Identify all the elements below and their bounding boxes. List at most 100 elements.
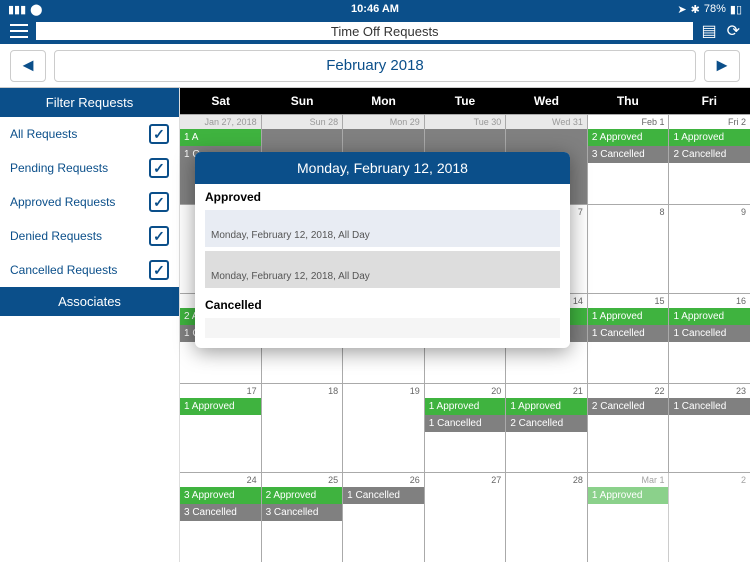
event-approved[interactable]: 1 Approved: [669, 129, 750, 146]
calendar-day[interactable]: 28: [506, 473, 588, 562]
event-approved[interactable]: 1 Approved: [669, 308, 750, 325]
day-number: 15: [588, 294, 669, 308]
event-approved[interactable]: 1 Approved: [425, 398, 506, 415]
wifi-icon: ⬤: [30, 3, 42, 16]
event-cancelled[interactable]: 2 Cancelled: [669, 146, 750, 163]
day-number: 9: [669, 205, 750, 219]
event-cancelled[interactable]: 1 Cancelled: [343, 487, 424, 504]
associates-header: Associates: [0, 287, 179, 316]
calendar-day[interactable]: 161 Approved1 Cancelled: [669, 294, 750, 383]
day-detail-popup: Monday, February 12, 2018 Approved Monda…: [195, 152, 570, 348]
month-label[interactable]: February 2018: [54, 50, 696, 82]
event-approved[interactable]: 2 Approved: [262, 487, 343, 504]
filter-header: Filter Requests: [0, 88, 179, 117]
calendar-day[interactable]: 222 Cancelled: [588, 384, 670, 473]
day-header: Tue: [424, 88, 505, 114]
app-header: Time Off Requests ▤ ⟳: [0, 18, 750, 44]
calendar-day[interactable]: 231 Cancelled: [669, 384, 750, 473]
day-number: 26: [343, 473, 424, 487]
day-number: Tue 30: [425, 115, 506, 129]
popup-request-item[interactable]: Monday, February 12, 2018, All Day: [205, 210, 560, 247]
event-cancelled[interactable]: 1 Cancelled: [669, 325, 750, 342]
event-approved[interactable]: 1 Approved: [180, 398, 261, 415]
event-cancelled[interactable]: 3 Cancelled: [588, 146, 669, 163]
chart-icon[interactable]: ▤: [701, 21, 716, 41]
filter-item[interactable]: Approved Requests✓: [0, 185, 179, 219]
event-cancelled[interactable]: 1 Cancelled: [588, 325, 669, 342]
calendar-day[interactable]: 2: [669, 473, 750, 562]
day-number: 25: [262, 473, 343, 487]
calendar-day[interactable]: 211 Approved2 Cancelled: [506, 384, 588, 473]
event-approved[interactable]: 1 Approved: [506, 398, 587, 415]
status-bar: ▮▮▮ ⬤ 10:46 AM ➤ ✱ 78% ▮▯: [0, 0, 750, 18]
refresh-icon[interactable]: ⟳: [727, 21, 740, 41]
filter-item[interactable]: Pending Requests✓: [0, 151, 179, 185]
calendar-day[interactable]: 18: [262, 384, 344, 473]
checkbox-icon[interactable]: ✓: [149, 124, 169, 144]
day-number: Wed 31: [506, 115, 587, 129]
filter-item[interactable]: Cancelled Requests✓: [0, 253, 179, 287]
checkbox-icon[interactable]: ✓: [149, 192, 169, 212]
calendar-day[interactable]: Mar 11 Approved: [588, 473, 670, 562]
page-title: Time Off Requests: [331, 24, 439, 39]
day-number: 28: [506, 473, 587, 487]
day-header: Fri: [669, 88, 750, 114]
popup-approved-label: Approved: [195, 184, 570, 206]
menu-icon[interactable]: [10, 24, 28, 38]
day-header: Thu: [587, 88, 668, 114]
event-cancelled[interactable]: 2 Cancelled: [506, 415, 587, 432]
calendar-day[interactable]: 19: [343, 384, 425, 473]
calendar-day[interactable]: 171 Approved: [180, 384, 262, 473]
calendar-day[interactable]: 151 Approved1 Cancelled: [588, 294, 670, 383]
day-number: Mar 1: [588, 473, 669, 487]
location-icon: ➤: [677, 3, 686, 16]
checkbox-icon[interactable]: ✓: [149, 158, 169, 178]
popup-request-item[interactable]: Monday, February 12, 2018, All Day: [205, 251, 560, 288]
title-bar: Time Off Requests: [36, 22, 693, 40]
day-number: Jan 27, 2018: [180, 115, 261, 129]
prev-month-button[interactable]: ◄: [10, 50, 46, 82]
bluetooth-icon: ✱: [691, 3, 700, 16]
event-cancelled[interactable]: 3 Cancelled: [262, 504, 343, 521]
day-header: Mon: [343, 88, 424, 114]
event-approved[interactable]: 1 A: [180, 129, 261, 146]
checkbox-icon[interactable]: ✓: [149, 226, 169, 246]
calendar-day[interactable]: 27: [425, 473, 507, 562]
popup-title: Monday, February 12, 2018: [195, 152, 570, 184]
day-number: 17: [180, 384, 261, 398]
popup-cancelled-label: Cancelled: [195, 292, 570, 314]
day-number: 8: [588, 205, 669, 219]
day-number: 24: [180, 473, 261, 487]
calendar-day[interactable]: 8: [588, 205, 670, 294]
event-cancelled[interactable]: 2 Cancelled: [588, 398, 669, 415]
event-approved[interactable]: 2 Approved: [588, 129, 669, 146]
day-header: Wed: [506, 88, 587, 114]
calendar-day[interactable]: Fri 21 Approved2 Cancelled: [669, 115, 750, 204]
filter-item[interactable]: Denied Requests✓: [0, 219, 179, 253]
event-cancelled[interactable]: 3 Cancelled: [180, 504, 261, 521]
day-number: Mon 29: [343, 115, 424, 129]
calendar-day[interactable]: Feb 12 Approved3 Cancelled: [588, 115, 670, 204]
event-cancelled[interactable]: 1 Cancelled: [425, 415, 506, 432]
calendar-day[interactable]: 252 Approved3 Cancelled: [262, 473, 344, 562]
sidebar: Filter Requests All Requests✓Pending Req…: [0, 88, 180, 562]
calendar-day[interactable]: 243 Approved3 Cancelled: [180, 473, 262, 562]
event-approved[interactable]: 1 Approved: [588, 308, 669, 325]
calendar-day[interactable]: 9: [669, 205, 750, 294]
day-number: 2: [669, 473, 750, 487]
checkbox-icon[interactable]: ✓: [149, 260, 169, 280]
day-number: 21: [506, 384, 587, 398]
day-number: Fri 2: [669, 115, 750, 129]
event-approved[interactable]: 1 Approved: [588, 487, 669, 504]
day-number: 27: [425, 473, 506, 487]
day-number: 16: [669, 294, 750, 308]
calendar-day[interactable]: 201 Approved1 Cancelled: [425, 384, 507, 473]
event-approved[interactable]: 3 Approved: [180, 487, 261, 504]
battery-text: 78%: [704, 3, 726, 15]
filter-item[interactable]: All Requests✓: [0, 117, 179, 151]
popup-request-item[interactable]: [205, 318, 560, 338]
day-header: Sun: [261, 88, 342, 114]
event-cancelled[interactable]: 1 Cancelled: [669, 398, 750, 415]
calendar-day[interactable]: 261 Cancelled: [343, 473, 425, 562]
next-month-button[interactable]: ►: [704, 50, 740, 82]
